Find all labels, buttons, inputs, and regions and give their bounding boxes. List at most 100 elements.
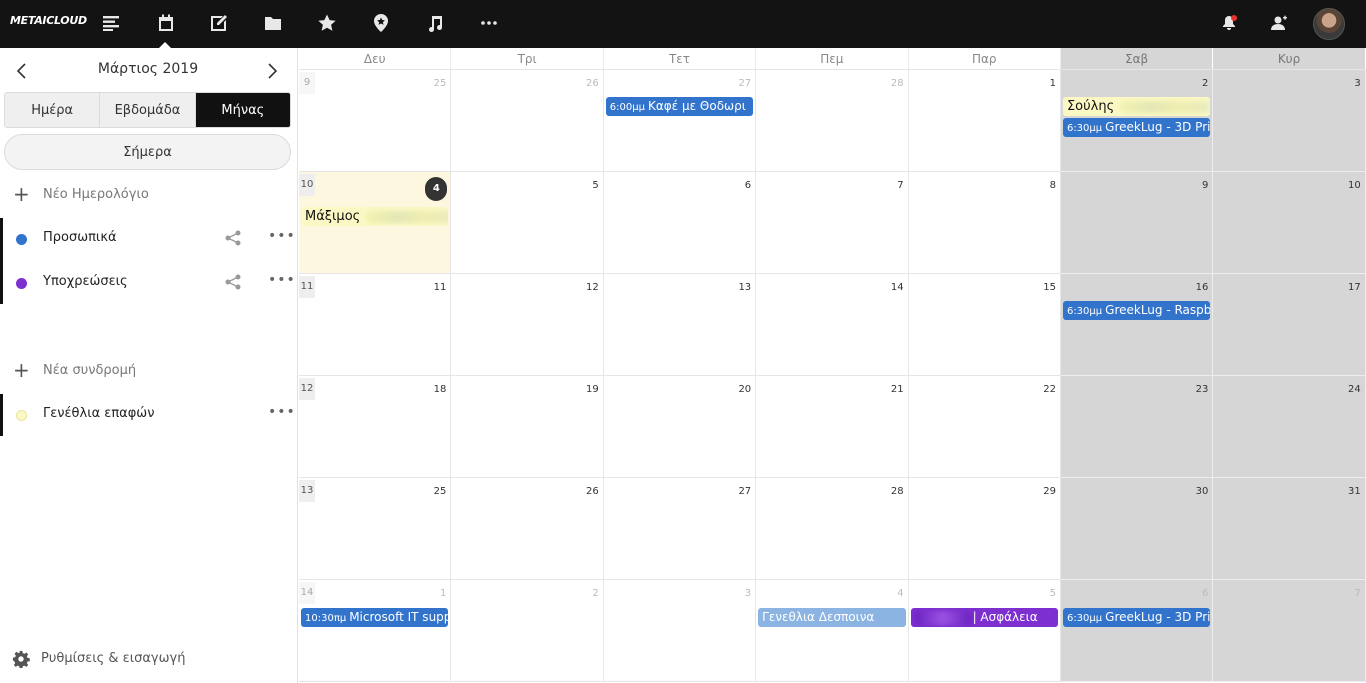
day-cell[interactable]: 17 xyxy=(1213,274,1366,376)
day-number[interactable]: 11 xyxy=(434,282,447,293)
calendar-color-dot[interactable] xyxy=(16,278,27,289)
day-cell[interactable]: 3 xyxy=(603,580,757,682)
notes-icon[interactable] xyxy=(208,12,230,34)
view-month-button[interactable]: Μήνας xyxy=(195,93,290,127)
avatar[interactable] xyxy=(1313,8,1345,40)
day-number[interactable]: 19 xyxy=(586,384,599,395)
activity-icon[interactable] xyxy=(100,12,122,34)
music-icon[interactable] xyxy=(424,12,446,34)
calendar-event[interactable]: Γενεθλια Δεσποινα xyxy=(758,608,906,627)
day-cell[interactable]: 3 xyxy=(1213,70,1366,172)
day-number[interactable]: 22 xyxy=(1043,384,1056,395)
calendar-item-obligations[interactable]: Υποχρεώσεις ••• xyxy=(0,262,298,304)
day-cell[interactable]: 20 xyxy=(603,376,757,478)
day-cell[interactable]: 9 xyxy=(1060,172,1214,274)
day-number[interactable]: 25 xyxy=(434,486,447,497)
day-number[interactable]: 21 xyxy=(891,384,904,395)
day-cell[interactable]: 21 xyxy=(756,376,909,478)
day-number[interactable]: 10 xyxy=(1348,180,1361,191)
calendar-event[interactable]: 10:30πμ Microsoft IT supp xyxy=(301,608,449,627)
day-number[interactable]: 1 xyxy=(1050,78,1056,89)
day-number[interactable]: 20 xyxy=(738,384,751,395)
day-cell[interactable]: 12 18 xyxy=(299,376,452,478)
view-week-button[interactable]: Εβδομάδα xyxy=(100,93,196,127)
day-cell[interactable]: 30 xyxy=(1060,478,1214,580)
day-cell[interactable]: 14 1 10:30πμ Microsoft IT supp xyxy=(299,580,452,682)
day-number[interactable]: 7 xyxy=(897,180,903,191)
day-cell[interactable]: 28 xyxy=(756,478,909,580)
day-cell[interactable]: 24 xyxy=(1213,376,1366,478)
more-options-icon[interactable]: ••• xyxy=(268,272,296,288)
day-cell[interactable]: 16 6:30μμ GreekLug - Raspb xyxy=(1060,274,1214,376)
share-icon[interactable] xyxy=(224,230,242,246)
day-cell[interactable]: 10 xyxy=(1213,172,1366,274)
day-number[interactable]: 3 xyxy=(1354,78,1360,89)
day-number[interactable]: 5 xyxy=(1050,588,1056,599)
day-number[interactable]: 24 xyxy=(1348,384,1361,395)
calendar-color-dot[interactable] xyxy=(16,234,27,245)
more-options-icon[interactable]: ••• xyxy=(268,228,296,244)
day-number[interactable]: 3 xyxy=(745,588,751,599)
calendar-event[interactable]: | Ασφάλεια xyxy=(910,608,1058,627)
day-number[interactable]: 9 xyxy=(1202,180,1208,191)
day-number[interactable]: 2 xyxy=(592,588,598,599)
day-cell[interactable]: 7 xyxy=(756,172,909,274)
day-number[interactable]: 26 xyxy=(586,486,599,497)
contacts-icon[interactable] xyxy=(1268,12,1290,34)
day-number[interactable]: 6 xyxy=(1202,588,1208,599)
maps-icon[interactable] xyxy=(370,12,392,34)
current-month-label[interactable]: Μάρτιος 2019 xyxy=(60,61,236,77)
day-cell[interactable]: 11 11 xyxy=(299,274,452,376)
day-cell[interactable]: 2 Σούλης 6:30μμ GreekLug - 3D Pri xyxy=(1060,70,1214,172)
subscription-item-birthdays[interactable]: Γενέθλια επαφών ••• xyxy=(0,394,298,436)
day-cell[interactable]: 12 xyxy=(451,274,604,376)
day-number[interactable]: 28 xyxy=(891,486,904,497)
day-number[interactable]: 27 xyxy=(738,78,751,89)
day-cell[interactable]: 26 xyxy=(451,478,604,580)
day-cell[interactable]: 2 xyxy=(451,580,604,682)
files-icon[interactable] xyxy=(262,12,284,34)
day-cell[interactable]: 4 Γενεθλια Δεσποινα xyxy=(756,580,909,682)
day-cell[interactable]: 19 xyxy=(451,376,604,478)
chevron-left-icon[interactable] xyxy=(8,56,36,86)
today-day-number[interactable]: 4 xyxy=(425,177,448,201)
day-cell[interactable]: 28 xyxy=(756,70,909,172)
day-cell[interactable]: 7 xyxy=(1213,580,1366,682)
chevron-right-icon[interactable] xyxy=(258,56,286,86)
day-number[interactable]: 14 xyxy=(891,282,904,293)
day-number[interactable]: 31 xyxy=(1348,486,1361,497)
day-number[interactable]: 13 xyxy=(738,282,751,293)
new-calendar-button[interactable]: + Νέο Ημερολόγιο xyxy=(0,174,298,214)
calendar-event[interactable]: 6:00μμ Καφέ με Θοδωρι xyxy=(605,97,754,116)
day-cell[interactable]: 26 xyxy=(451,70,604,172)
calendar-icon[interactable] xyxy=(155,12,177,34)
day-cell[interactable]: 27 6:00μμ Καφέ με Θοδωρι xyxy=(603,70,757,172)
today-button[interactable]: Σήμερα xyxy=(4,134,291,170)
calendar-event[interactable]: 6:30μμ GreekLug - 3D Pri xyxy=(1062,608,1211,627)
day-number[interactable]: 4 xyxy=(897,588,903,599)
day-cell[interactable]: 5 xyxy=(451,172,604,274)
calendar-event[interactable]: 6:30μμ GreekLug - 3D Pri xyxy=(1062,118,1211,137)
day-cell[interactable]: 15 xyxy=(908,274,1061,376)
day-cell[interactable]: 27 xyxy=(603,478,757,580)
calendar-event[interactable]: 6:30μμ GreekLug - Raspb xyxy=(1062,301,1211,320)
day-cell[interactable]: 14 xyxy=(756,274,909,376)
day-cell[interactable]: 13 xyxy=(603,274,757,376)
day-number[interactable]: 30 xyxy=(1196,486,1209,497)
birthday-event[interactable]: Μάξιμος xyxy=(301,207,449,226)
calendar-item-personal[interactable]: Προσωπικά ••• xyxy=(0,218,298,262)
day-number[interactable]: 8 xyxy=(1050,180,1056,191)
birthday-event[interactable]: Σούλης xyxy=(1062,97,1211,116)
day-number[interactable]: 16 xyxy=(1196,282,1209,293)
more-options-icon[interactable]: ••• xyxy=(268,404,296,420)
day-cell[interactable]: 5 | Ασφάλεια xyxy=(908,580,1061,682)
day-number[interactable]: 2 xyxy=(1202,78,1208,89)
day-cell[interactable]: 23 xyxy=(1060,376,1214,478)
day-number[interactable]: 17 xyxy=(1348,282,1361,293)
day-number[interactable]: 27 xyxy=(738,486,751,497)
day-cell[interactable]: 9 25 xyxy=(299,70,452,172)
day-cell[interactable]: 29 xyxy=(908,478,1061,580)
day-cell[interactable]: 22 xyxy=(908,376,1061,478)
day-number[interactable]: 25 xyxy=(434,78,447,89)
settings-button[interactable]: Ρυθμίσεις & εισαγωγή xyxy=(0,648,298,672)
